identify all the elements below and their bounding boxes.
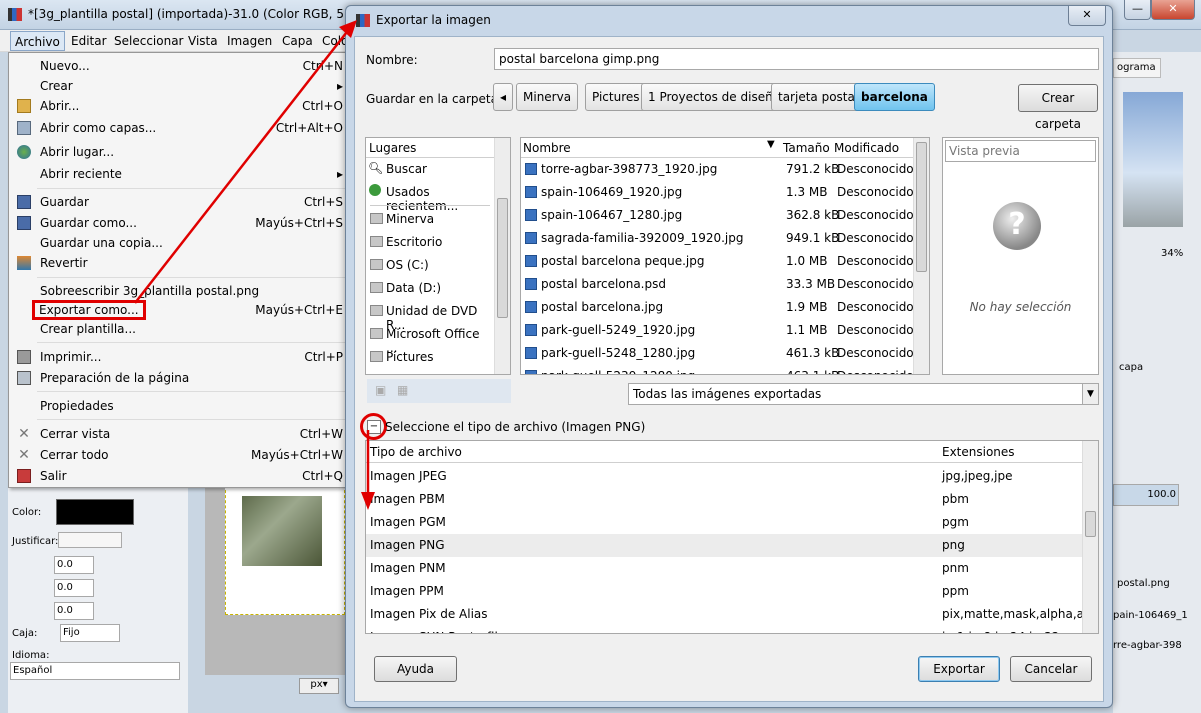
arrow-line-export [134, 27, 351, 304]
arrow-head-export [339, 20, 357, 38]
annotation-arrows [134, 20, 375, 510]
arrow-head-type [361, 492, 375, 510]
